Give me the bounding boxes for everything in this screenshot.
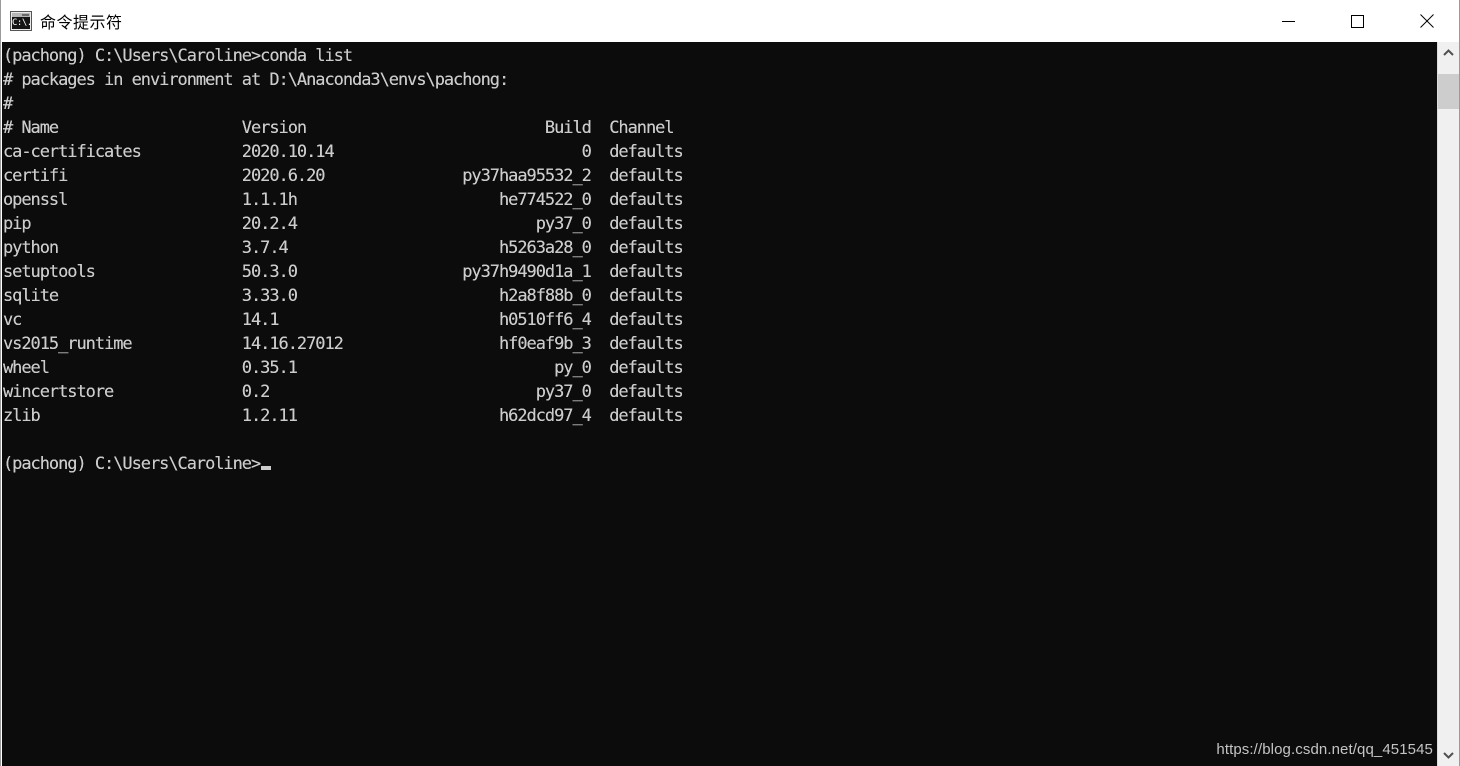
maximize-button[interactable] xyxy=(1323,0,1392,42)
terminal-output-area[interactable]: (pachong) C:\Users\Caroline>conda list #… xyxy=(2,42,1439,766)
scroll-down-button[interactable] xyxy=(1438,745,1459,766)
maximize-icon xyxy=(1351,14,1364,28)
close-icon xyxy=(1419,14,1434,28)
chevron-up-icon xyxy=(1443,49,1454,56)
minimize-button[interactable] xyxy=(1254,0,1323,42)
command-prompt-icon: C:\. xyxy=(10,11,32,31)
icon-prompt-text: C:\. xyxy=(12,17,30,29)
caption-button-group xyxy=(1254,0,1459,42)
text-cursor xyxy=(261,466,272,470)
chevron-down-icon xyxy=(1443,752,1454,759)
minimize-icon xyxy=(1282,20,1295,22)
watermark-url: https://blog.csdn.net/qq_451545 xyxy=(1216,741,1433,758)
scroll-up-button[interactable] xyxy=(1438,42,1459,63)
command-prompt-window: C:\. 命令提示符 (pachong) C:\Users\Caroline>c… xyxy=(0,0,1460,766)
window-titlebar[interactable]: C:\. 命令提示符 xyxy=(1,0,1459,42)
close-button[interactable] xyxy=(1392,0,1459,42)
window-title: 命令提示符 xyxy=(40,13,123,32)
scrollbar-thumb[interactable] xyxy=(1438,74,1459,109)
console-text: (pachong) C:\Users\Caroline>conda list #… xyxy=(3,46,684,474)
vertical-scrollbar[interactable] xyxy=(1437,42,1459,766)
